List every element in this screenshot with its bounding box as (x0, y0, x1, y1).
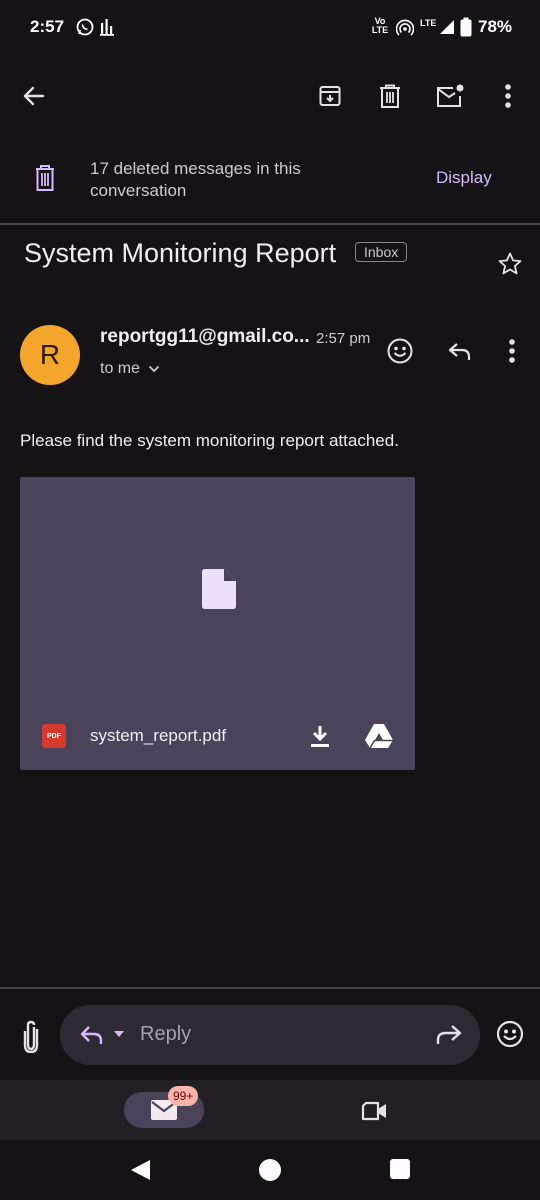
mark-unread-button[interactable] (430, 76, 470, 116)
reply-emoji-button[interactable] (494, 1018, 526, 1050)
recipient-details-toggle[interactable]: to me (100, 360, 160, 378)
unread-count-badge: 99+ (168, 1086, 199, 1106)
save-to-drive-button[interactable] (362, 721, 396, 751)
volte-lte-label: LTE (371, 25, 389, 35)
video-camera-icon (361, 1101, 386, 1121)
archive-icon (319, 86, 341, 106)
more-options-button[interactable] (490, 76, 526, 116)
display-deleted-button[interactable]: Display (426, 166, 502, 190)
divider (0, 987, 540, 989)
email-subject: System Monitoring Report (24, 238, 337, 268)
recipient-label: to me (100, 360, 141, 377)
trash-icon (36, 165, 54, 191)
system-navigation-bar (0, 1140, 540, 1200)
reply-placeholder[interactable]: Reply (140, 1023, 191, 1046)
email-body: Please find the system monitoring report… (20, 431, 399, 450)
meet-tab[interactable] (358, 1096, 390, 1126)
reply-icon[interactable] (78, 1021, 106, 1049)
volte-indicator: Vo LTE (368, 17, 392, 35)
reply-icon (448, 343, 471, 360)
more-vert-icon (509, 339, 515, 363)
chevron-down-icon (148, 365, 160, 373)
system-back-icon[interactable] (128, 1157, 154, 1183)
status-bar: 2:57 Vo LTE LTE 78% (0, 0, 540, 56)
delete-button[interactable] (370, 76, 410, 116)
arrow-back-icon (23, 86, 45, 106)
system-recents-icon[interactable] (389, 1158, 411, 1180)
divider (0, 223, 540, 225)
inbox-label-badge[interactable]: Inbox (355, 242, 408, 262)
back-button[interactable] (14, 76, 54, 116)
battery-icon (460, 17, 472, 37)
cell-signal-icon (440, 20, 454, 34)
status-time: 2:57 (30, 17, 65, 36)
sender-email[interactable]: reportgg11@gmail.co... (100, 326, 310, 348)
reply-button[interactable] (444, 335, 476, 367)
emoji-reaction-button[interactable] (384, 335, 416, 367)
pdf-icon: PDF (42, 724, 66, 748)
emoji-icon (387, 338, 413, 364)
file-icon (202, 569, 236, 609)
google-drive-icon (365, 724, 393, 749)
sender-avatar[interactable]: R (20, 325, 80, 385)
attachment-card[interactable]: PDF system_report.pdf (20, 477, 415, 770)
more-vert-icon (505, 84, 511, 108)
trash-icon (380, 84, 400, 108)
forward-icon[interactable] (432, 1021, 464, 1049)
attachment-filename: system_report.pdf (90, 726, 227, 745)
system-home-icon[interactable] (258, 1158, 282, 1182)
archive-button[interactable] (310, 76, 350, 116)
reply-compose-box[interactable]: Reply (60, 1005, 480, 1065)
download-button[interactable] (305, 721, 335, 751)
message-more-button[interactable] (500, 335, 524, 367)
bottom-navigation: 99+ (0, 1080, 540, 1140)
network-lte-label: LTE (420, 18, 437, 28)
download-icon (311, 726, 329, 747)
deleted-messages-notice: 17 deleted messages in this conversation (90, 159, 301, 200)
whatsapp-icon (76, 18, 94, 36)
signal-activity-icon (100, 19, 114, 36)
message-time: 2:57 pm (316, 330, 371, 347)
star-button[interactable] (494, 248, 526, 280)
attach-file-button[interactable] (14, 1016, 48, 1056)
mark-unread-icon (437, 84, 464, 107)
battery-percentage: 78% (478, 17, 513, 36)
chevron-down-icon[interactable] (112, 1027, 126, 1041)
attachment-clip-icon (23, 1020, 39, 1053)
star-outline-icon (498, 252, 522, 275)
emoji-icon (496, 1020, 524, 1048)
hotspot-icon (396, 19, 414, 36)
